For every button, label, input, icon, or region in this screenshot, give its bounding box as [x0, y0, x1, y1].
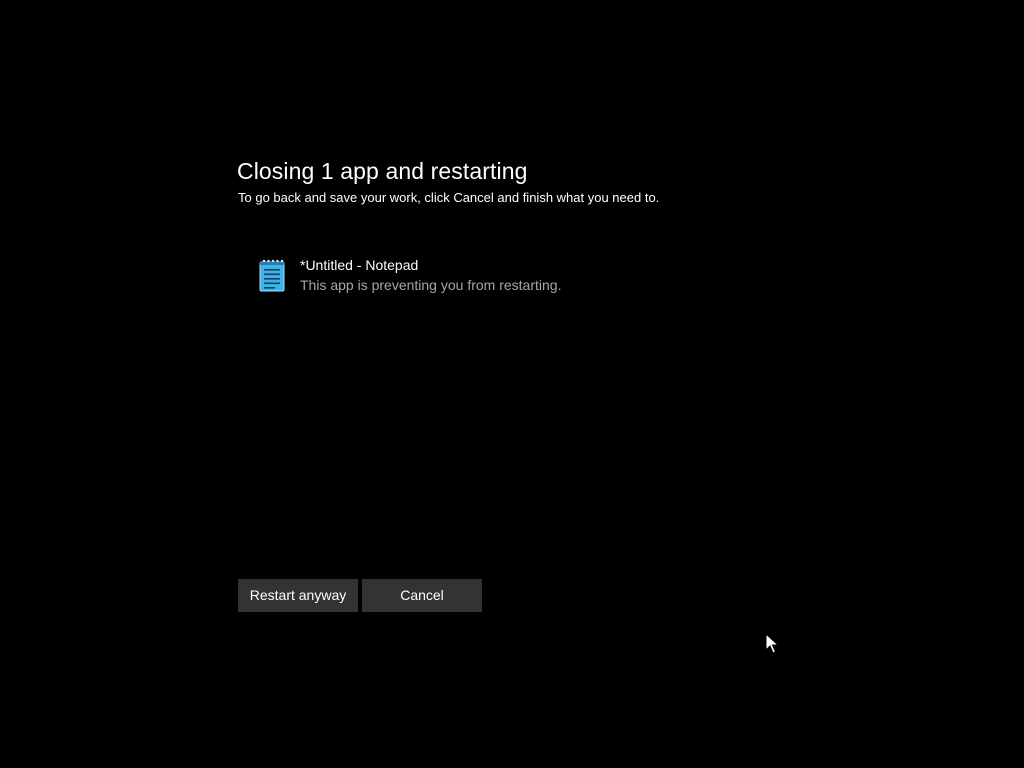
- restart-screen: Closing 1 app and restarting To go back …: [0, 0, 1024, 768]
- page-title: Closing 1 app and restarting: [237, 158, 528, 184]
- page-subtitle: To go back and save your work, click Can…: [238, 190, 660, 205]
- notepad-icon: [259, 259, 285, 292]
- mouse-pointer-icon: [765, 633, 779, 654]
- restart-anyway-button[interactable]: Restart anyway: [238, 579, 358, 612]
- cancel-button[interactable]: Cancel: [362, 579, 482, 612]
- app-status: This app is preventing you from restarti…: [300, 277, 562, 293]
- app-name: *Untitled - Notepad: [300, 257, 419, 273]
- blocking-app-item: *Untitled - Notepad This app is preventi…: [255, 256, 675, 300]
